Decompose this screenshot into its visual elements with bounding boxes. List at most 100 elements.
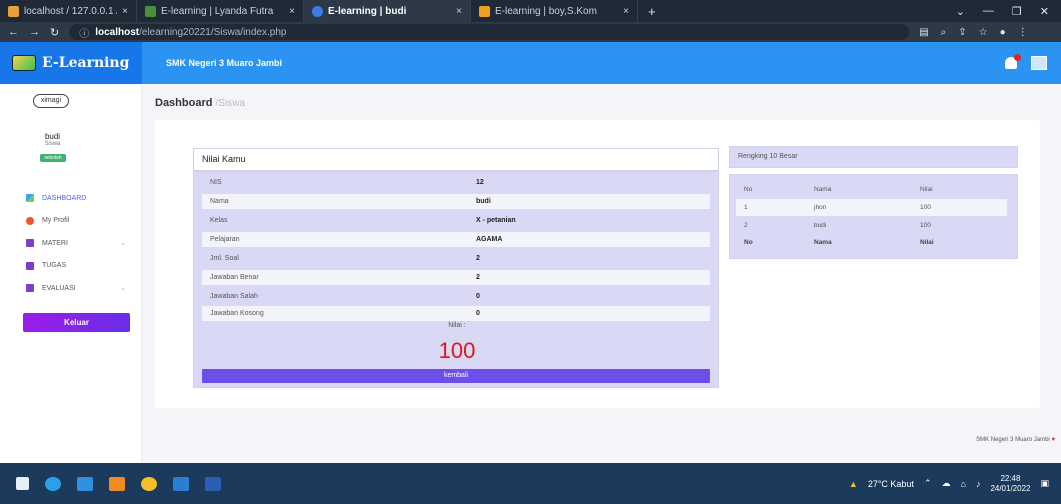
file-explorer-icon[interactable] bbox=[77, 476, 93, 491]
chrome-icon[interactable] bbox=[141, 476, 157, 491]
sidebar-item-tugas[interactable]: TUGAS bbox=[26, 255, 136, 278]
info-value: 2 bbox=[476, 274, 480, 281]
tab-search-icon[interactable]: ⌄ bbox=[956, 5, 965, 18]
share-icon[interactable]: ⇪ bbox=[958, 27, 966, 38]
sidebar-item-evaluasi[interactable]: EVALUASI ⌄ bbox=[26, 277, 136, 300]
info-row-pelajaran: Pelajaran AGAMA bbox=[202, 232, 710, 247]
footer-text: SMK Negeri 3 Muaro Jambi bbox=[976, 437, 1050, 443]
table-footer-row: No Nama Nilai bbox=[736, 234, 1007, 251]
sidebar-item-dashboard[interactable]: DASHBOARD bbox=[26, 187, 136, 210]
browser-tab-bar: localhost / 127.0.0.1 / elerningdb × E-l… bbox=[0, 0, 1061, 22]
table-cell: 1 bbox=[744, 204, 748, 211]
browser-tab-phpmyadmin[interactable]: localhost / 127.0.0.1 / elerningdb × bbox=[0, 0, 137, 22]
info-value: 0 bbox=[476, 293, 480, 300]
brand-logo-icon bbox=[12, 55, 36, 71]
info-row-jml-soal: Jml. Soal 2 bbox=[202, 251, 710, 266]
logout-button[interactable]: Keluar bbox=[23, 313, 130, 332]
profile-icon bbox=[26, 216, 34, 225]
network-icon[interactable]: ⌂ bbox=[961, 479, 966, 489]
tab-label: localhost / 127.0.0.1 / elerningdb bbox=[24, 5, 117, 17]
sidebar-item-materi[interactable]: MATERI ⌄ bbox=[26, 232, 136, 255]
score-label: Nilai : bbox=[448, 322, 466, 329]
maximize-icon[interactable]: ❐ bbox=[1012, 5, 1022, 18]
address-bar-row: ← → ↻ ⓘ localhost/elearning20221/Siswa/i… bbox=[0, 22, 1061, 42]
browser-tab-budi[interactable]: E-learning | budi × bbox=[304, 0, 471, 22]
page-title-text: Dashboard bbox=[155, 97, 213, 109]
close-tab-icon[interactable]: × bbox=[456, 6, 462, 17]
navbar-actions bbox=[1005, 54, 1061, 70]
info-label: Jawaban Salah bbox=[210, 293, 258, 300]
sidebar: ximagi budi Siswa sekolah DASHBOARD My P… bbox=[0, 84, 142, 463]
close-tab-icon[interactable]: × bbox=[122, 6, 128, 17]
browser-tab-boy[interactable]: E-learning | boy,S.Kom × bbox=[471, 0, 638, 22]
forward-icon[interactable]: → bbox=[29, 26, 40, 38]
translate-icon[interactable]: ▤ bbox=[919, 27, 928, 38]
close-tab-icon[interactable]: × bbox=[289, 6, 295, 17]
column-footer: Nilai bbox=[920, 239, 934, 246]
table-row: 2 budi 100 bbox=[736, 217, 1007, 234]
close-window-icon[interactable]: ✕ bbox=[1040, 5, 1049, 18]
elearning-favicon-icon bbox=[479, 5, 490, 17]
profile-icon[interactable]: ● bbox=[1000, 27, 1006, 38]
clock-time: 22:48 bbox=[1000, 473, 1021, 483]
nilai-panel: NIS 12 Nama budi Kelas X - petanian Pela… bbox=[193, 171, 719, 388]
info-row-kelas: Kelas X - petanian bbox=[202, 213, 710, 228]
page-title: Dashboard/Siswa bbox=[155, 97, 245, 109]
show-hidden-icons-icon[interactable]: ⌃ bbox=[924, 478, 932, 489]
info-label: Jml. Soal bbox=[210, 255, 239, 262]
sidebar-item-label: MATERI bbox=[42, 239, 68, 247]
phpmyadmin-icon bbox=[8, 5, 19, 17]
info-value: 2 bbox=[476, 255, 480, 262]
ranking-table: No Nama Nilai 1 jhon 100 2 budi 100 No N… bbox=[729, 174, 1018, 259]
book-icon bbox=[26, 261, 34, 270]
window-controls: ⌄ — ❐ ✕ bbox=[956, 0, 1061, 22]
brand[interactable]: E-Learning bbox=[0, 42, 142, 84]
volume-icon[interactable]: ♪ bbox=[976, 479, 981, 489]
menu-kebab-icon[interactable]: ⋮ bbox=[1018, 27, 1028, 38]
notifications-icon[interactable]: ▣ bbox=[1040, 478, 1049, 489]
bookmark-star-icon[interactable]: ☆ bbox=[979, 27, 988, 38]
info-value: budi bbox=[476, 198, 491, 205]
notification-dot bbox=[1014, 54, 1021, 61]
school-logo: ximagi bbox=[33, 94, 69, 108]
user-name: budi bbox=[44, 132, 61, 141]
word-icon[interactable] bbox=[205, 476, 221, 491]
minimize-icon[interactable]: — bbox=[983, 5, 994, 17]
xampp-icon[interactable] bbox=[109, 476, 125, 491]
back-button[interactable]: kembali bbox=[202, 369, 710, 383]
zoom-icon[interactable]: ⌕ bbox=[941, 27, 947, 38]
info-row-jawaban-kosong: Jawaban Kosong 0 bbox=[202, 306, 710, 321]
table-cell: budi bbox=[814, 222, 827, 229]
url-path: /elearning20221/Siswa/index.php bbox=[139, 26, 287, 38]
address-bar-actions: ▤ ⌕ ⇪ ☆ ● ⋮ bbox=[919, 27, 1027, 38]
column-footer: Nama bbox=[814, 239, 832, 246]
back-icon[interactable]: ← bbox=[8, 26, 19, 38]
vscode-icon[interactable] bbox=[173, 476, 189, 491]
heart-icon: ♥ bbox=[1051, 437, 1055, 443]
user-avatar-icon[interactable] bbox=[1031, 56, 1047, 70]
reload-icon[interactable]: ↻ bbox=[50, 26, 59, 39]
elearning-favicon-icon bbox=[312, 5, 323, 17]
brand-name: E-Learning bbox=[42, 55, 130, 71]
user-status-badge: sekolah bbox=[40, 154, 66, 162]
url-field[interactable]: ⓘ localhost/elearning20221/Siswa/index.p… bbox=[69, 24, 910, 40]
info-value: AGAMA bbox=[476, 236, 503, 243]
edge-icon[interactable] bbox=[45, 476, 61, 491]
notification-bell-icon[interactable] bbox=[1005, 54, 1021, 69]
top-navbar: SMK Negeri 3 Muaro Jambi bbox=[142, 42, 1061, 84]
table-cell: jhon bbox=[814, 204, 827, 211]
browser-tab-lyanda[interactable]: E-learning | Lyanda Futra × bbox=[137, 0, 304, 22]
system-tray: ▲ 27°C Kabut ⌃ ☁ ⌂ ♪ 22:48 24/01/2022 ▣ bbox=[849, 474, 1061, 494]
info-icon[interactable]: ⓘ bbox=[79, 25, 89, 40]
sidebar-item-my-profil[interactable]: My Profil bbox=[26, 210, 136, 233]
chevron-down-icon: ⌄ bbox=[120, 285, 126, 293]
weather-text[interactable]: 27°C Kabut bbox=[868, 479, 914, 489]
column-footer: No bbox=[744, 239, 753, 246]
dashboard-icon bbox=[26, 194, 34, 203]
windows-start-icon[interactable] bbox=[16, 477, 29, 490]
book-icon bbox=[26, 284, 34, 293]
close-tab-icon[interactable]: × bbox=[623, 6, 629, 17]
new-tab-button[interactable]: + bbox=[638, 0, 666, 22]
clock[interactable]: 22:48 24/01/2022 bbox=[990, 474, 1030, 494]
cloud-icon[interactable]: ☁ bbox=[942, 478, 951, 489]
